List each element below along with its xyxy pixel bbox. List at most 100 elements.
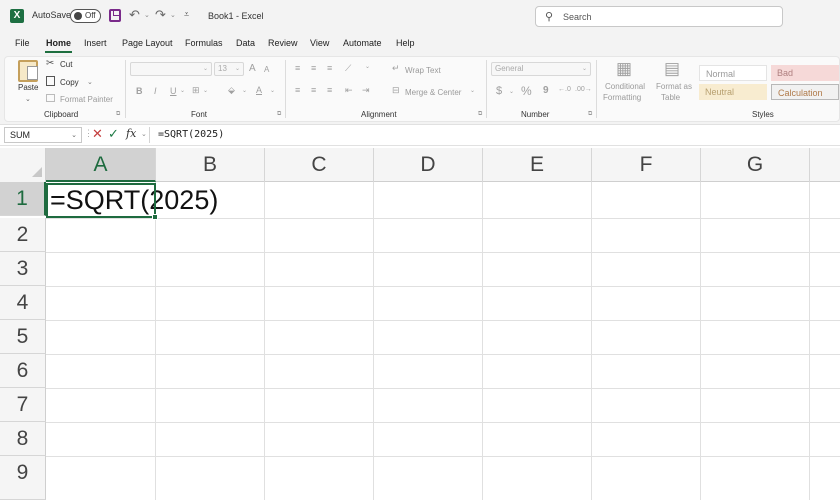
tab-help[interactable]: Help [396, 38, 415, 48]
format-as-table-label-2[interactable]: Table [661, 93, 680, 102]
align-top-icon[interactable]: ≡ [295, 63, 300, 73]
underline-dropdown-icon[interactable]: ⌄ [180, 87, 185, 94]
column-header-d[interactable]: D [374, 148, 483, 182]
copy-icon[interactable] [46, 76, 55, 86]
tab-automate[interactable]: Automate [343, 38, 382, 48]
row-header-8[interactable]: 8 [0, 422, 46, 456]
paste-button[interactable]: Paste [18, 83, 38, 92]
currency-dropdown-icon[interactable]: ⌄ [509, 88, 514, 95]
row-header-7[interactable]: 7 [0, 388, 46, 422]
column-header-g[interactable]: G [701, 148, 810, 182]
format-painter-button[interactable]: Format Painter [60, 95, 113, 104]
font-color-dropdown-icon[interactable]: ⌄ [270, 87, 275, 94]
italic-button[interactable]: I [154, 86, 157, 96]
increase-decimal-icon[interactable]: ←.0 [558, 86, 571, 93]
fill-handle[interactable] [152, 214, 158, 220]
borders-dropdown-icon[interactable]: ⌄ [203, 87, 208, 94]
align-bottom-icon[interactable]: ≡ [327, 63, 332, 73]
column-header-c[interactable]: C [265, 148, 374, 182]
alignment-launcher-icon[interactable]: ⧉ [478, 111, 482, 118]
merge-center-icon[interactable]: ⊟ [392, 85, 400, 96]
orientation-dropdown-icon[interactable]: ⌄ [365, 63, 370, 70]
merge-dropdown-icon[interactable]: ⌄ [470, 87, 475, 94]
column-header-e[interactable]: E [483, 148, 592, 182]
align-middle-icon[interactable]: ≡ [311, 63, 316, 73]
row-header-2[interactable]: 2 [0, 218, 46, 252]
tab-formulas[interactable]: Formulas [185, 38, 223, 48]
row-header-5[interactable]: 5 [0, 320, 46, 354]
column-header-b[interactable]: B [156, 148, 265, 182]
name-box[interactable]: SUM ⌄ [4, 127, 82, 143]
tab-view[interactable]: View [310, 38, 329, 48]
tab-data[interactable]: Data [236, 38, 255, 48]
save-icon[interactable] [109, 9, 121, 22]
column-header-f[interactable]: F [592, 148, 701, 182]
redo-icon[interactable]: ↷ [155, 7, 166, 23]
paste-icon[interactable] [18, 60, 38, 82]
insert-function-icon[interactable]: fx [126, 127, 136, 140]
font-name-dropdown[interactable]: ⌄ [130, 62, 212, 76]
format-as-table-label[interactable]: Format as [656, 82, 692, 91]
wrap-text-button[interactable]: Wrap Text [405, 66, 441, 75]
increase-indent-icon[interactable]: ⇥ [362, 85, 370, 96]
underline-button[interactable]: U [170, 86, 177, 96]
row-header-1[interactable]: 1 [0, 182, 46, 216]
merge-center-button[interactable]: Merge & Center [405, 88, 461, 97]
style-calculation[interactable]: Calculation [771, 84, 839, 100]
autosave-toggle[interactable]: Off [70, 9, 101, 23]
tab-page-layout[interactable]: Page Layout [122, 38, 173, 48]
search-input[interactable]: ⚲ Search [535, 6, 783, 27]
number-launcher-icon[interactable]: ⧉ [588, 111, 592, 118]
fill-color-icon[interactable]: ⬙ [228, 85, 235, 96]
style-normal[interactable]: Normal [699, 65, 767, 81]
conditional-formatting-label[interactable]: Conditional [605, 82, 645, 91]
formula-bar-dropdown-icon[interactable]: ⌄ [141, 130, 147, 138]
shrink-font-icon[interactable]: A [264, 65, 269, 74]
undo-dropdown-icon[interactable]: ⌄ [144, 11, 150, 19]
wrap-text-icon[interactable]: ↵ [392, 63, 400, 74]
style-bad[interactable]: Bad [771, 65, 839, 81]
cut-icon[interactable]: ✂ [46, 58, 54, 69]
chevron-down-icon[interactable]: ⌄ [71, 131, 77, 139]
row-header-6[interactable]: 6 [0, 354, 46, 388]
undo-icon[interactable]: ↶ [129, 7, 140, 23]
number-format-dropdown[interactable]: General ⌄ [491, 62, 591, 76]
currency-button[interactable]: $ [496, 85, 502, 97]
tab-review[interactable]: Review [268, 38, 298, 48]
row-header-9[interactable]: 9 [0, 456, 46, 500]
align-left-icon[interactable]: ≡ [295, 85, 300, 95]
grow-font-icon[interactable]: A [249, 63, 256, 74]
font-color-icon[interactable]: A [256, 85, 262, 95]
row-header-3[interactable]: 3 [0, 252, 46, 286]
tab-insert[interactable]: Insert [84, 38, 107, 48]
row-header-4[interactable]: 4 [0, 286, 46, 320]
conditional-formatting-icon[interactable]: ▦ [616, 59, 632, 79]
column-header-a[interactable]: A [46, 148, 156, 182]
font-size-dropdown[interactable]: 13 ⌄ [214, 62, 244, 76]
copy-button[interactable]: Copy [60, 78, 79, 87]
decrease-indent-icon[interactable]: ⇤ [345, 85, 353, 96]
redo-dropdown-icon[interactable]: ⌄ [170, 11, 176, 19]
align-right-icon[interactable]: ≡ [327, 85, 332, 95]
clipboard-launcher-icon[interactable]: ⧉ [116, 111, 120, 118]
style-neutral[interactable]: Neutral [699, 84, 767, 100]
orientation-icon[interactable]: ⟋ [345, 63, 351, 74]
font-launcher-icon[interactable]: ⧉ [277, 111, 281, 118]
customize-toolbar-icon[interactable]: ⩡ [184, 9, 189, 20]
align-center-icon[interactable]: ≡ [311, 85, 316, 95]
cut-button[interactable]: Cut [60, 60, 72, 69]
conditional-formatting-label-2[interactable]: Formatting [603, 93, 641, 102]
borders-icon[interactable]: ⊞ [192, 85, 200, 96]
format-painter-icon[interactable] [46, 94, 55, 102]
tab-file[interactable]: File [15, 38, 30, 48]
bold-button[interactable]: B [136, 86, 143, 96]
comma-style-button[interactable]: 9 [543, 85, 549, 96]
enter-icon[interactable]: ✓ [108, 126, 119, 142]
decrease-decimal-icon[interactable]: .00→ [575, 86, 592, 93]
tab-home[interactable]: Home [46, 38, 71, 48]
copy-dropdown-icon[interactable]: ⌄ [87, 78, 93, 86]
cancel-icon[interactable]: ✕ [92, 126, 103, 142]
format-as-table-icon[interactable]: ▤ [664, 59, 680, 79]
percent-button[interactable]: % [521, 84, 532, 98]
formula-input[interactable]: =SQRT(2025) [158, 129, 224, 140]
